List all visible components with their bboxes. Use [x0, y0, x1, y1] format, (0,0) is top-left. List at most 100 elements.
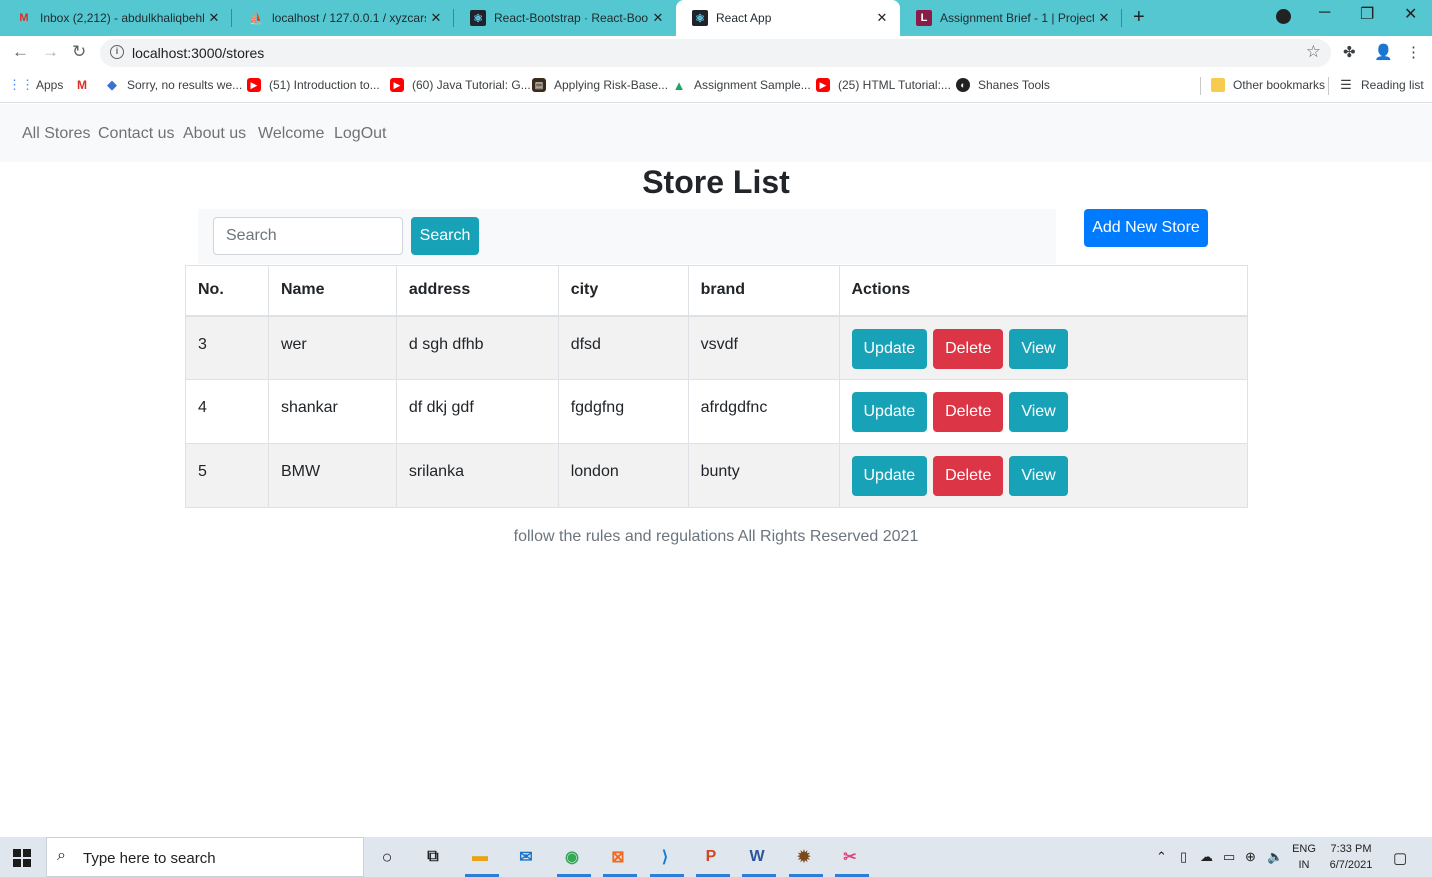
- cell-name: shankar: [267, 379, 397, 444]
- cell-name: wer: [267, 315, 397, 380]
- battery-icon[interactable]: ▭: [1223, 849, 1235, 865]
- view-button[interactable]: View: [1009, 392, 1068, 432]
- restore-icon[interactable]: ❐: [1360, 4, 1374, 24]
- network-icon[interactable]: ⊕: [1245, 849, 1256, 865]
- url-text[interactable]: localhost:3000/stores: [132, 45, 264, 61]
- notifications-icon[interactable]: ▢: [1393, 849, 1407, 867]
- bookmark-html-tutorial[interactable]: ▶ (25) HTML Tutorial:...: [816, 78, 951, 92]
- search-form: Search: [198, 209, 1056, 264]
- cell-actions: Update Delete View: [838, 443, 1248, 508]
- address-bar[interactable]: i localhost:3000/stores ☆: [100, 39, 1331, 67]
- browser-tab-assignment[interactable]: L Assignment Brief - 1 | Project Do ✕: [900, 0, 1122, 36]
- browser-tab-phpmyadmin[interactable]: ⛵ localhost / 127.0.0.1 / xyzcars / st ✕: [232, 0, 454, 36]
- update-button[interactable]: Update: [851, 392, 928, 432]
- taskbar-search[interactable]: ⌕ Type here to search: [46, 837, 364, 877]
- bookmark-introduction[interactable]: ▶ (51) Introduction to...: [247, 78, 380, 92]
- column-header: No.: [185, 265, 269, 317]
- snipping-tool-icon[interactable]: ✂: [835, 843, 865, 871]
- bookmark-label: Other bookmarks: [1233, 78, 1326, 92]
- mail-icon[interactable]: ✉: [511, 843, 541, 871]
- bookmark-star-icon[interactable]: ☆: [1306, 42, 1321, 62]
- reading-list[interactable]: ☰ Reading list: [1339, 77, 1424, 92]
- xampp-icon[interactable]: ⊠: [603, 843, 633, 871]
- add-new-store-button[interactable]: Add New Store: [1084, 209, 1208, 247]
- show-hidden-icons-icon[interactable]: ⌃: [1156, 849, 1167, 865]
- cell-actions: Update Delete View: [838, 315, 1248, 380]
- close-icon[interactable]: ✕: [648, 10, 668, 26]
- cell-brand: bunty: [687, 443, 840, 508]
- close-icon[interactable]: ✕: [1094, 10, 1114, 26]
- nav-contact-us[interactable]: Contact us: [98, 125, 174, 143]
- reload-icon[interactable]: ↻: [72, 42, 86, 62]
- table-row: 5 BMW srilanka london bunty Update Delete…: [185, 443, 1248, 508]
- nav-all-stores[interactable]: All Stores: [22, 125, 90, 143]
- bookmark-gmail[interactable]: M: [75, 78, 97, 92]
- view-button[interactable]: View: [1009, 328, 1068, 369]
- browser-tab-gmail[interactable]: M Inbox (2,212) - abdulkhaliqbehlim ✕: [0, 0, 232, 36]
- browser-toolbar: ← → ↻ i localhost:3000/stores ☆ ✤ 👤 ⋮: [0, 36, 1432, 70]
- onedrive-icon[interactable]: ☁: [1200, 849, 1213, 865]
- tab-title: Inbox (2,212) - abdulkhaliqbehlim: [40, 11, 204, 25]
- bookmark-apps[interactable]: ⋮⋮ Apps: [8, 77, 63, 92]
- profile-icon[interactable]: 👤: [1374, 43, 1393, 61]
- bookmark-shanes-tools[interactable]: ◐ Shanes Tools: [956, 78, 1050, 92]
- delete-button[interactable]: Delete: [933, 392, 1004, 432]
- nav-logout[interactable]: LogOut: [334, 125, 386, 143]
- footer-text: follow the rules and regulations All Rig…: [513, 528, 919, 545]
- delete-button[interactable]: Delete: [933, 328, 1004, 369]
- search-input[interactable]: [213, 217, 403, 255]
- bookmarks-bar: ⋮⋮ Apps M ◆ Sorry, no results we... ▶ (5…: [0, 70, 1432, 103]
- taskbar-clock[interactable]: 7:33 PM 6/7/2021: [1324, 841, 1378, 873]
- powerpoint-icon[interactable]: P: [696, 843, 726, 871]
- bookmark-java-tutorial[interactable]: ▶ (60) Java Tutorial: G...: [390, 78, 531, 92]
- word-icon[interactable]: W: [742, 843, 772, 871]
- forward-icon[interactable]: →: [42, 42, 59, 62]
- window-close-icon[interactable]: ✕: [1404, 4, 1417, 24]
- table-row: 4 shankar df dkj gdf fgdgfng afrdgdfnc U…: [185, 379, 1248, 444]
- close-icon[interactable]: ✕: [872, 10, 892, 26]
- back-icon[interactable]: ←: [12, 42, 29, 62]
- app-badge-icon[interactable]: ✹: [789, 843, 819, 871]
- minimize-icon[interactable]: ─: [1319, 4, 1330, 22]
- update-button[interactable]: Update: [851, 328, 928, 369]
- cell-address: df dkj gdf: [395, 379, 559, 444]
- bookmark-risk-based[interactable]: ▤ Applying Risk-Base...: [532, 78, 668, 92]
- close-icon[interactable]: ✕: [426, 10, 446, 26]
- clock-date: 6/7/2021: [1329, 859, 1373, 871]
- bookmark-other[interactable]: Other bookmarks: [1211, 78, 1325, 92]
- close-icon[interactable]: ✕: [204, 10, 224, 26]
- search-button[interactable]: Search: [411, 217, 479, 255]
- site-info-icon[interactable]: i: [110, 45, 124, 59]
- new-tab-icon[interactable]: +: [1133, 6, 1145, 29]
- clock-time: 7:33 PM: [1330, 843, 1372, 855]
- profile-dropdown-icon[interactable]: [1276, 9, 1291, 24]
- chrome-icon[interactable]: ◉: [557, 843, 587, 871]
- menu-kebab-icon[interactable]: ⋮: [1406, 43, 1421, 61]
- nav-welcome[interactable]: Welcome: [258, 125, 324, 143]
- file-explorer-icon[interactable]: ▬: [465, 843, 495, 871]
- nav-about-us[interactable]: About us: [183, 125, 246, 143]
- bookmark-sorry[interactable]: ◆ Sorry, no results we...: [105, 77, 242, 92]
- table-row: 3 wer d sgh dfhb dfsd vsvdf Update Delete…: [185, 315, 1248, 380]
- language-indicator[interactable]: ENG IN: [1290, 841, 1318, 873]
- delete-button[interactable]: Delete: [933, 456, 1004, 496]
- column-header: Actions: [838, 265, 1248, 317]
- bookmark-label: (51) Introduction to...: [269, 78, 380, 92]
- gmail-icon: M: [19, 12, 29, 24]
- cell-actions: Update Delete View: [838, 379, 1248, 444]
- cortana-icon[interactable]: ○: [372, 843, 402, 871]
- update-button[interactable]: Update: [851, 456, 928, 496]
- volume-icon[interactable]: 🔈: [1267, 849, 1283, 865]
- vscode-icon[interactable]: ⟩: [650, 843, 680, 871]
- task-view-icon[interactable]: ⧉: [418, 843, 448, 871]
- page-title: Store List: [642, 164, 790, 200]
- bookmark-assignment-sample[interactable]: ▲ Assignment Sample...: [672, 78, 811, 93]
- bookmark-label: Applying Risk-Base...: [554, 78, 669, 92]
- windows-start-icon[interactable]: [13, 849, 31, 867]
- browser-tab-react-app[interactable]: ⚛ React App ✕: [676, 0, 900, 36]
- browser-tab-react-bootstrap[interactable]: ⚛ React-Bootstrap · React-Bootstrap ✕: [454, 0, 676, 36]
- extensions-icon[interactable]: ✤: [1343, 43, 1356, 61]
- device-icon[interactable]: ▯: [1180, 849, 1187, 865]
- view-button[interactable]: View: [1009, 456, 1068, 496]
- react-icon: ⚛: [470, 10, 486, 26]
